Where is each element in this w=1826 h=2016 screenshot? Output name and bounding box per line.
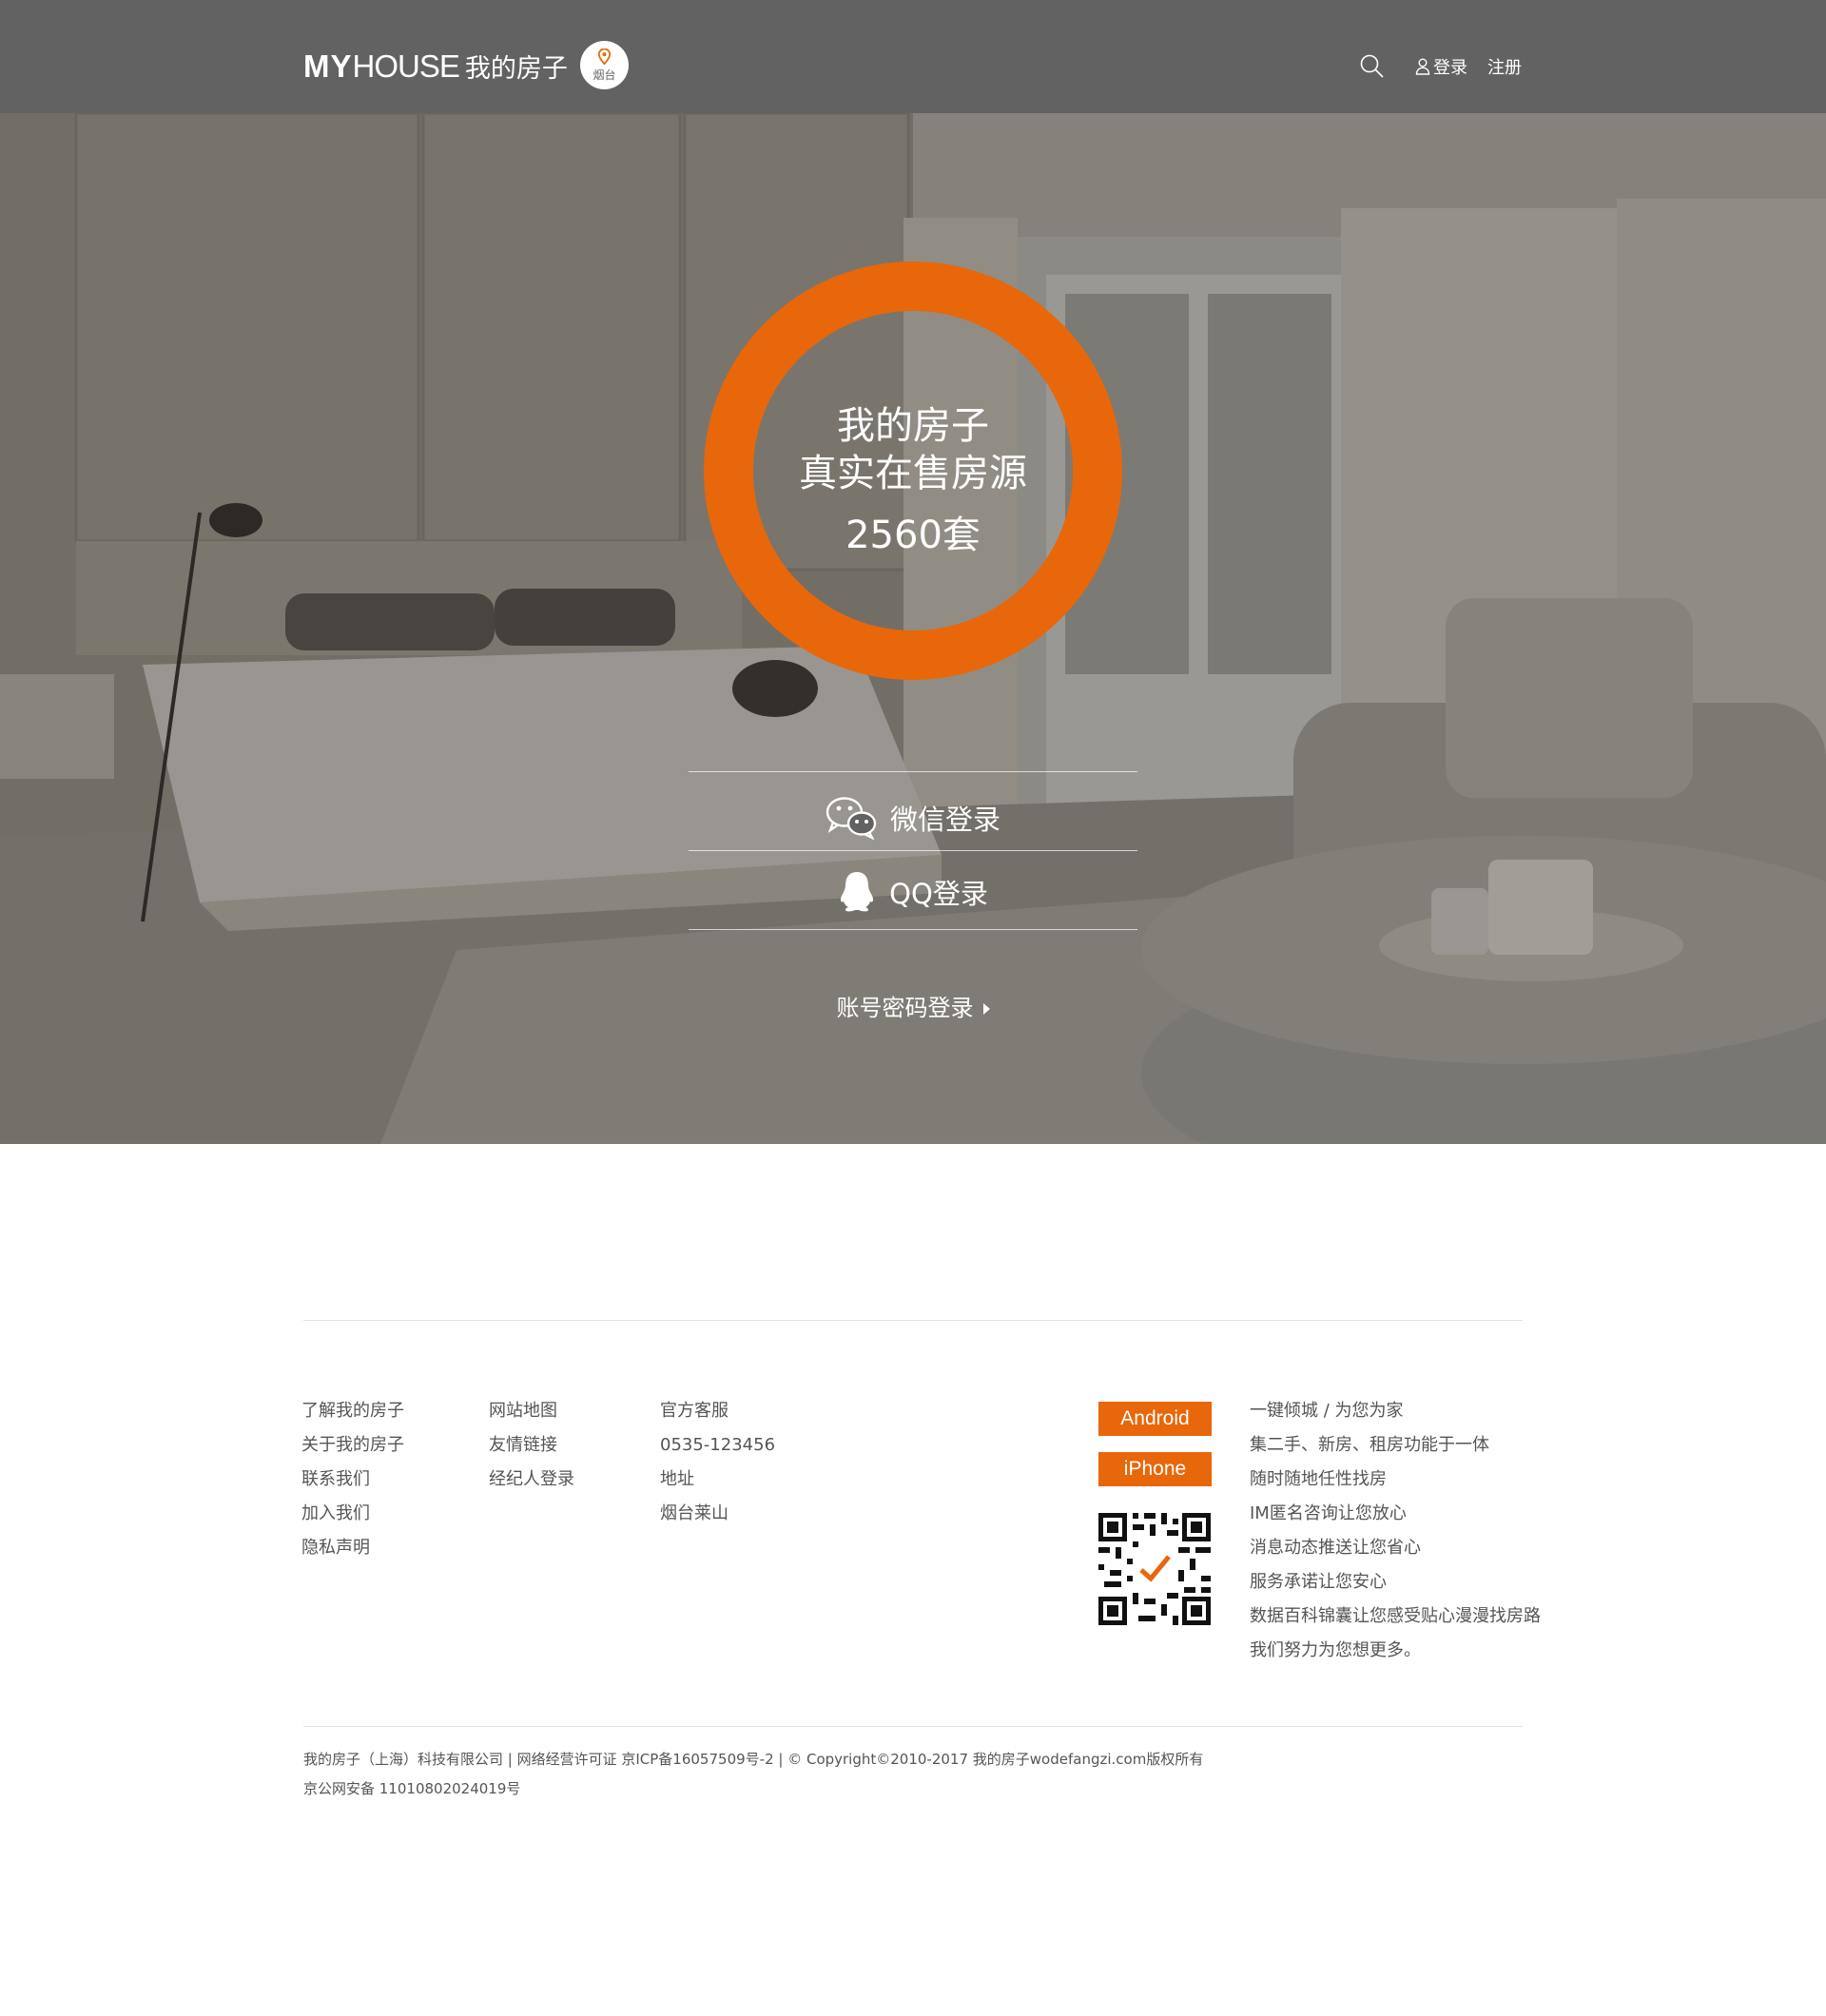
hero-subtitle: 真实在售房源: [799, 452, 1027, 495]
qq-penguin-icon: [841, 872, 874, 912]
copyright-line: 我的房子（上海）科技有限公司 | 网络经营许可证 京ICP备16057509号-…: [303, 1751, 1204, 1768]
account-login-label: 账号密码登录: [836, 995, 974, 1021]
logo-chinese: 我的房子: [464, 54, 568, 84]
qr-code-icon: [1097, 1511, 1213, 1627]
site-logo[interactable]: MY HOUSE 我的房子: [303, 48, 568, 87]
footer-link-agent-login[interactable]: 经纪人登录: [489, 1468, 574, 1502]
footer-link-contact[interactable]: 联系我们: [301, 1468, 404, 1502]
slogan-item: 数据百科锦囊让您感受贴心漫漫找房路: [1250, 1606, 1541, 1626]
slogan-item: 我们努力为您想更多。: [1250, 1640, 1421, 1660]
footer-link-join[interactable]: 加入我们: [301, 1502, 404, 1537]
footer-link-about[interactable]: 了解我的房子: [301, 1400, 404, 1434]
footer-link-sitemap[interactable]: 网站地图: [489, 1400, 574, 1434]
login-label: 登录: [1433, 58, 1467, 78]
slogan-item: 一键倾城 / 为您为家: [1250, 1401, 1404, 1421]
address-label: 地址: [660, 1469, 694, 1489]
user-icon: [1415, 58, 1430, 75]
logo-my: MY: [303, 48, 353, 84]
search-icon[interactable]: [1359, 53, 1386, 80]
service-label: 官方客服: [660, 1401, 728, 1421]
login-link[interactable]: 登录: [1415, 54, 1467, 79]
footer-divider: [303, 1726, 1523, 1727]
service-phone: 0535-123456: [660, 1435, 776, 1455]
footer-site-links: 网站地图 友情链接 经纪人登录: [489, 1400, 574, 1502]
slogan-item: 随时随地任性找房: [1250, 1469, 1387, 1489]
city-label: 烟台: [592, 68, 616, 82]
logo-house: HOUSE: [352, 48, 460, 84]
register-link[interactable]: 注册: [1487, 54, 1522, 79]
slogan-item: 服务承诺让您安心: [1250, 1572, 1387, 1592]
location-pin-icon: [598, 48, 611, 65]
slogan-item: IM匿名咨询让您放心: [1250, 1503, 1407, 1523]
footer-about-links: 了解我的房子 关于我的房子 联系我们 加入我们 隐私声明: [301, 1400, 404, 1571]
wechat-icon: [826, 797, 877, 840]
qq-login-label: QQ登录: [889, 878, 988, 910]
footer-link-about-us[interactable]: 关于我的房子: [301, 1434, 404, 1468]
divider: [689, 771, 1137, 772]
footer-link-privacy[interactable]: 隐私声明: [301, 1537, 404, 1571]
listing-count: 2560套: [845, 514, 981, 557]
iphone-download-button[interactable]: iPhone: [1098, 1452, 1212, 1486]
caret-right-icon: [982, 1003, 990, 1015]
divider: [689, 850, 1137, 851]
footer-divider: [303, 1320, 1523, 1321]
divider: [689, 929, 1137, 930]
city-selector[interactable]: 烟台: [580, 41, 629, 89]
wechat-login-label: 微信登录: [889, 804, 1000, 836]
copyright-block: 我的房子（上海）科技有限公司 | 网络经营许可证 京ICP备16057509号-…: [303, 1745, 1203, 1804]
slogan-item: 集二手、新房、租房功能于一体: [1250, 1435, 1489, 1455]
wechat-login-button[interactable]: 微信登录: [689, 780, 1137, 856]
footer-contact-info: 官方客服 0535-123456 地址 烟台莱山: [660, 1400, 775, 1537]
listing-count-text: 我的房子 真实在售房源 2560套: [704, 262, 1122, 680]
address-value: 烟台莱山: [660, 1503, 728, 1523]
police-record-line: 京公网安备 11010802024019号: [303, 1780, 521, 1797]
footer-link-friends[interactable]: 友情链接: [489, 1434, 574, 1468]
qq-login-button[interactable]: QQ登录: [689, 854, 1137, 930]
app-feature-list: 一键倾城 / 为您为家 集二手、新房、租房功能于一体 随时随地任性找房 IM匿名…: [1250, 1400, 1541, 1674]
top-navbar: MY HOUSE 我的房子 烟台 登录 注册: [0, 0, 1826, 113]
android-download-button[interactable]: Android: [1098, 1402, 1212, 1436]
slogan-item: 消息动态推送让您省心: [1250, 1538, 1421, 1558]
account-password-login-link[interactable]: 账号密码登录: [689, 989, 1137, 1022]
